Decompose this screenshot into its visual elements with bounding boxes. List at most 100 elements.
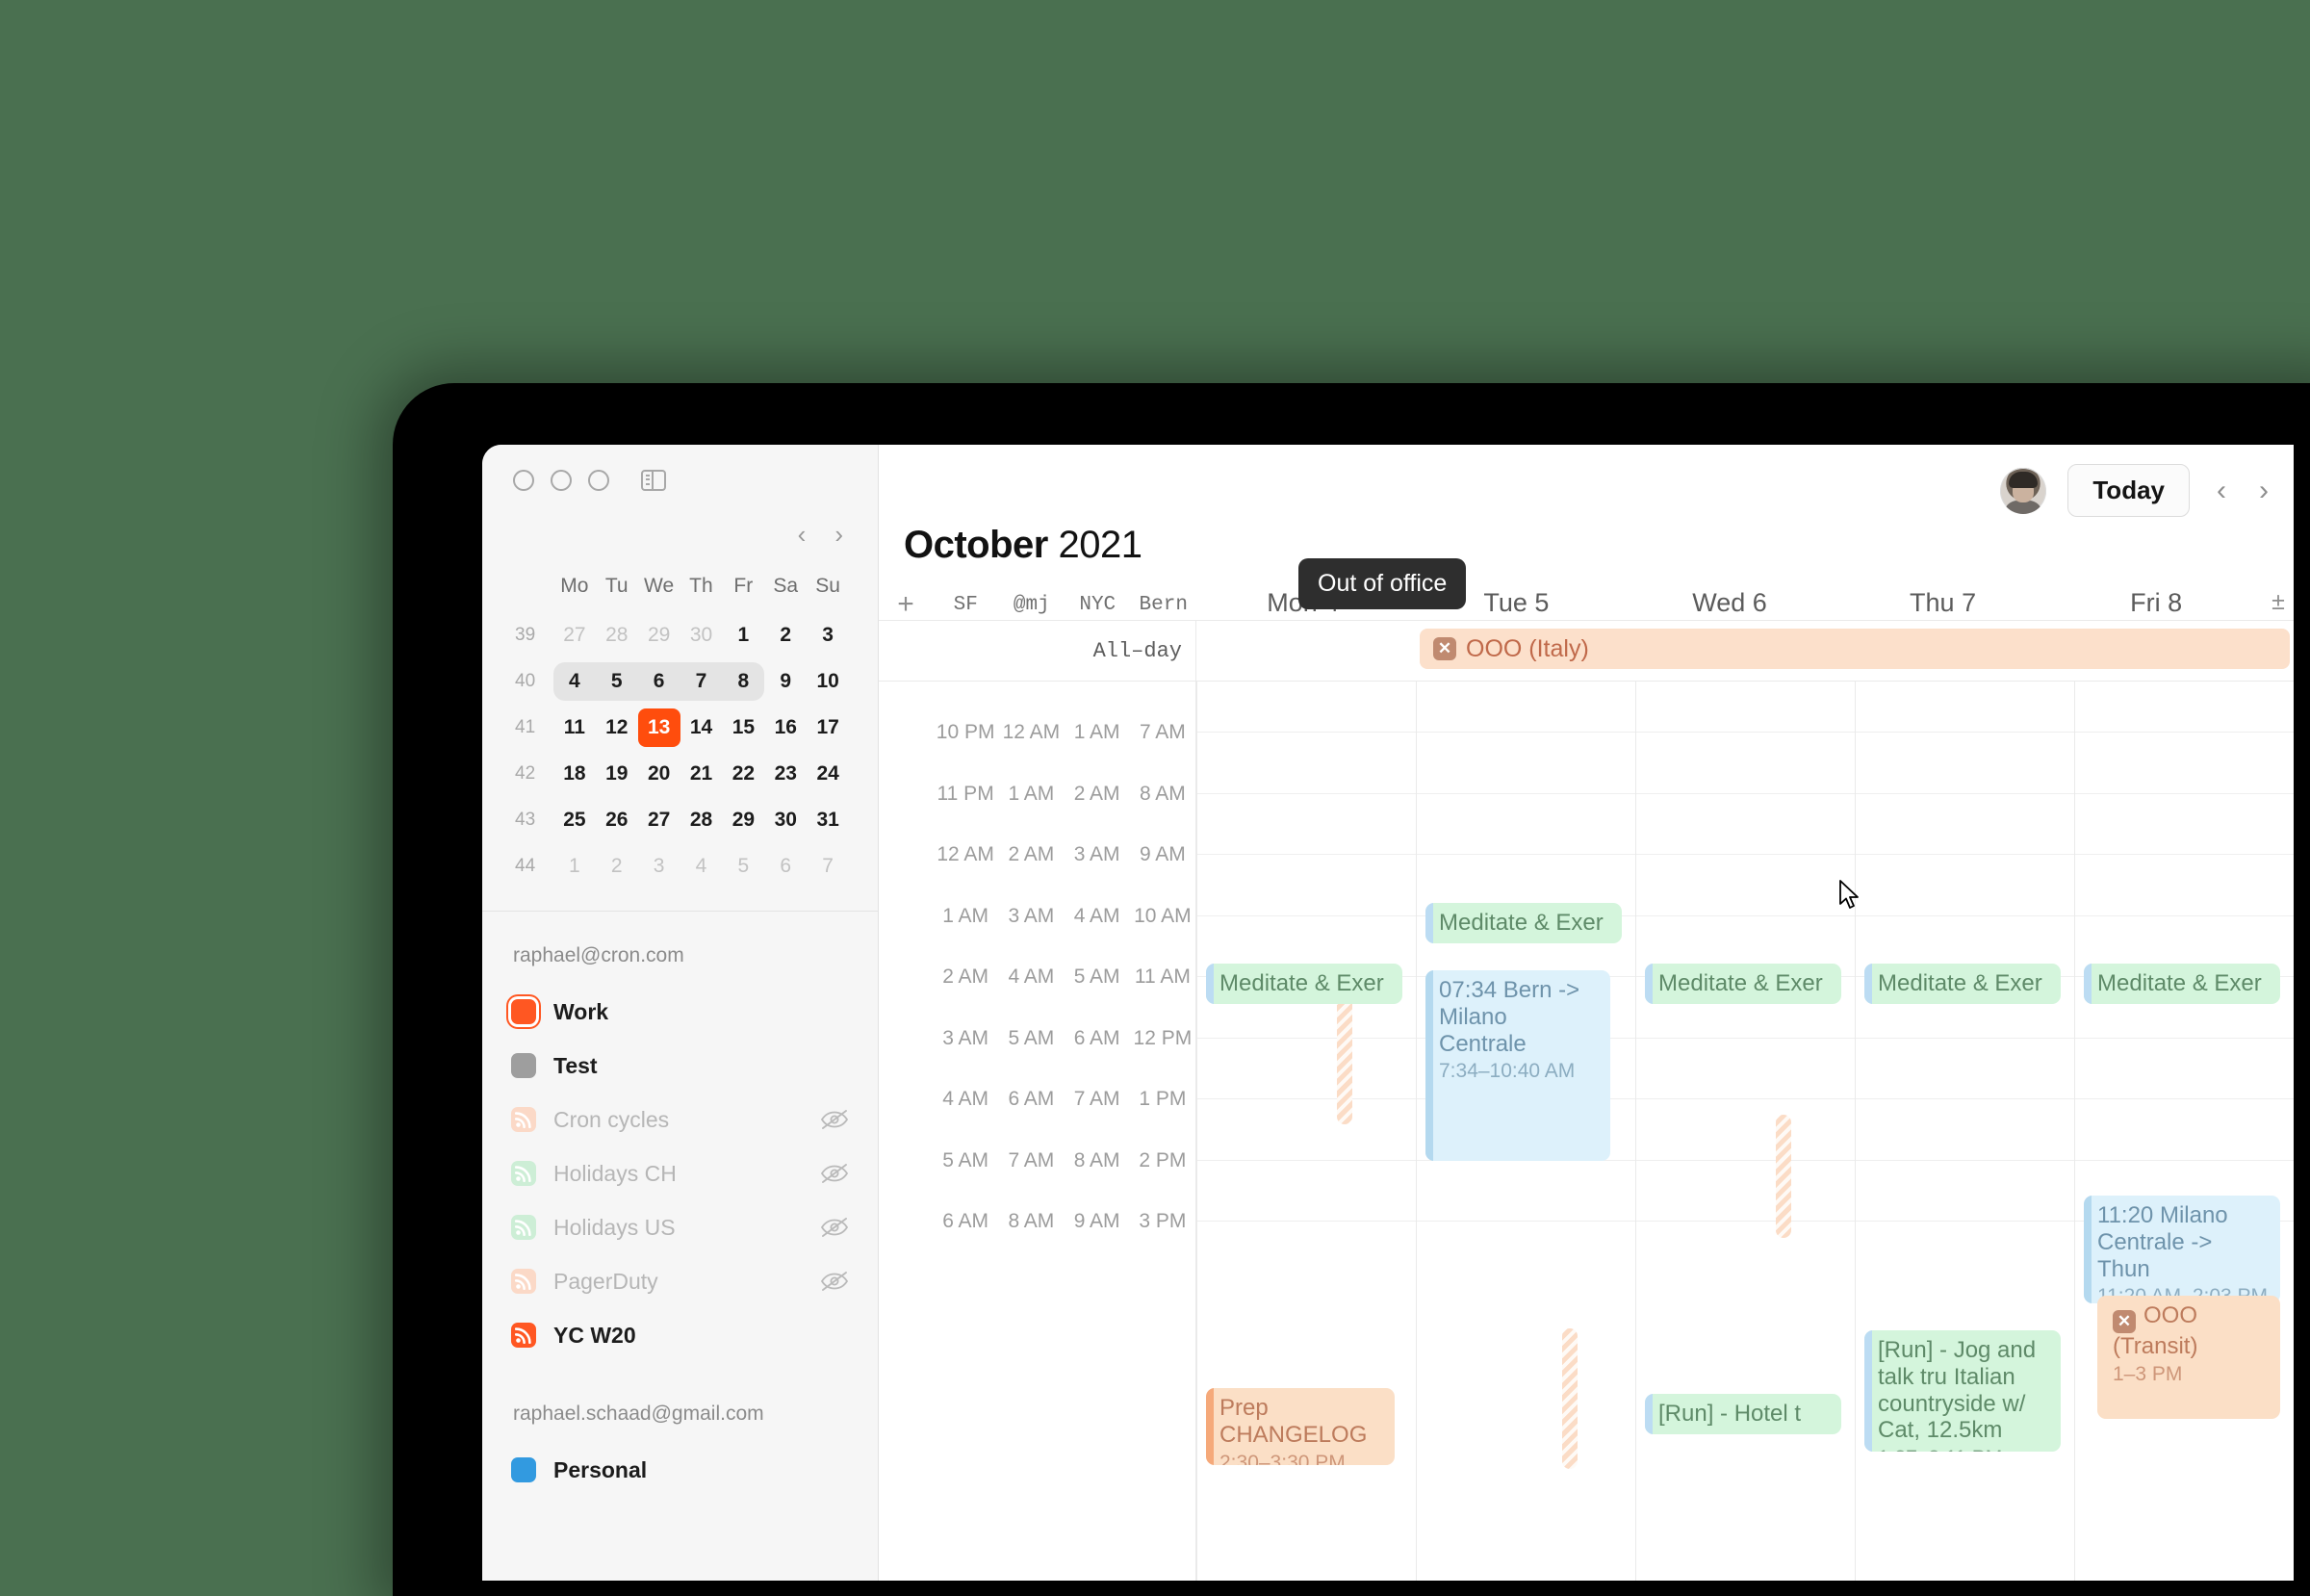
calendar-item[interactable]: Personal [511,1443,849,1497]
mini-day-cell[interactable]: 14 [680,705,723,751]
close-icon[interactable] [513,470,534,491]
mini-day-cell[interactable]: 11 [553,705,596,751]
mini-day-cell[interactable]: 12 [596,705,638,751]
mini-day-cell[interactable]: 10 [807,658,849,705]
timezone-label-sf[interactable]: SF [933,594,999,616]
calendar-item[interactable]: YC W20 [511,1308,849,1362]
mini-day-cell[interactable]: 2 [764,612,807,658]
mini-day-cell[interactable]: 21 [680,751,723,797]
mini-day-cell[interactable]: 7 [680,658,723,705]
calendar-event[interactable]: ✕ OOO (Transit) 1–3 PM [2097,1296,2280,1419]
day-header[interactable]: Fri 8 [2049,588,2263,620]
hour-gridline [1196,914,2294,916]
calendar-item[interactable]: PagerDuty [511,1254,849,1308]
mini-next-month-icon[interactable]: › [834,522,843,547]
mini-day-cell[interactable]: 30 [680,612,723,658]
event-accent-bar [1206,1388,1214,1465]
zoom-icon[interactable] [588,470,609,491]
mini-day-cell[interactable]: 9 [764,658,807,705]
hidden-eye-icon[interactable] [820,1163,849,1184]
mini-day-cell[interactable]: 27 [638,797,680,843]
mini-day-cell[interactable]: 3 [807,612,849,658]
mini-day-cell[interactable]: 27 [553,612,596,658]
mini-day-cell[interactable]: 15 [722,705,764,751]
mini-day-cell[interactable]: 17 [807,705,849,751]
calendar-event[interactable]: Meditate & Exer [1206,964,1402,1004]
mini-day-cell[interactable]: 20 [638,751,680,797]
mini-day-cell[interactable]: 6 [764,843,807,889]
day-header[interactable]: Thu 7 [1836,588,2050,620]
calendar-event[interactable]: [Run] - Jog and talk tru Italian country… [1864,1330,2061,1452]
calendar-item[interactable]: Holidays CH [511,1146,849,1200]
calendar-event[interactable]: 07:34 Bern -> Milano Centrale 7:34–10:40 … [1425,970,1610,1161]
mini-day-cell[interactable]: 5 [595,658,638,705]
calendar-item[interactable]: Cron cycles [511,1093,849,1146]
mini-day-cell[interactable]: 7 [807,843,849,889]
mini-weekday-we: We [644,575,675,597]
timezone-header-block: + SF @mj NYC Bern [879,590,1197,620]
mini-day-cell[interactable]: 16 [764,705,807,751]
previous-week-icon[interactable]: ‹ [2211,475,2232,507]
mini-day-cell[interactable]: 5 [722,843,764,889]
mini-week-row: 44 1 2 3 4 5 6 7 [511,843,849,889]
sidebar-toggle-icon[interactable] [641,470,666,491]
calendar-event[interactable]: Meditate & Exer [2084,964,2280,1004]
mini-day-cell[interactable]: 23 [764,751,807,797]
mini-day-cell[interactable]: 13 [637,705,680,751]
mini-day-cell[interactable]: 2 [596,843,638,889]
hidden-eye-icon[interactable] [820,1217,849,1238]
hidden-eye-icon[interactable] [820,1109,849,1130]
zoom-level-icon[interactable]: ± [2263,588,2294,620]
timezone-label-mj[interactable]: @mj [999,594,1065,616]
mini-day-cell[interactable]: 29 [722,797,764,843]
mini-day-cell[interactable]: 6 [637,658,680,705]
mini-day-cell[interactable]: 22 [722,751,764,797]
mini-day-cell[interactable]: 25 [553,797,596,843]
event-title: Meditate & Exer [1219,970,1384,996]
mini-calendar-body: 39 27 28 29 30 1 2 3 40 4 5 6 7 8 9 10 41 11 12 13 14 15 16 17 4… [511,612,849,889]
calendar-event[interactable]: Meditate & Exer [1645,964,1841,1004]
today-button[interactable]: Today [2067,464,2190,517]
calendar-item[interactable]: Holidays US [511,1200,849,1254]
mini-day-cell[interactable]: 29 [638,612,680,658]
timezone-label-nyc[interactable]: NYC [1065,594,1131,616]
calendar-event[interactable]: Prep CHANGELOG 2:30–3:30 PM [1206,1388,1395,1465]
out-of-office-icon: ✕ [2113,1309,2136,1333]
calendar-event[interactable]: [Run] - Hotel t [1645,1394,1841,1434]
page-title: October 2021 [904,524,1142,567]
mini-prev-month-icon[interactable]: ‹ [798,522,807,547]
add-timezone-icon[interactable]: + [879,590,933,619]
hidden-eye-icon[interactable] [820,1271,849,1292]
calendar-event[interactable]: Meditate & Exer [1425,903,1622,943]
calendar-event[interactable]: 11:20 Milano Centrale -> Thun 11:20 AM–2:… [2084,1196,2280,1303]
mini-day-cell[interactable]: 8 [722,658,765,705]
avatar[interactable] [2000,467,2047,514]
mini-day-cell[interactable]: 4 [680,843,723,889]
mini-weekday-sa: Sa [773,575,799,597]
day-columns: Meditate & Exer Meditate & Exer 07:34 Bern… [1196,682,2294,1581]
mini-day-cell[interactable]: 31 [807,797,849,843]
timezone-label-bern[interactable]: Bern [1131,594,1197,616]
mini-day-cell[interactable]: 3 [638,843,680,889]
minimize-icon[interactable] [551,470,572,491]
calendar-item[interactable]: Work [511,985,849,1039]
calendar-item[interactable]: Test [511,1039,849,1093]
day-header[interactable]: Wed 6 [1623,588,1836,620]
mini-day-cell[interactable]: 28 [596,612,638,658]
calendar-event[interactable]: Meditate & Exer [1864,964,2061,1004]
mini-day-cell[interactable]: 1 [553,843,596,889]
mini-day-cell[interactable]: 4 [552,658,596,705]
next-week-icon[interactable]: › [2253,475,2274,507]
all-day-event[interactable]: ✕ OOO (Italy) [1420,629,2290,669]
event-accent-bar [1864,964,1872,1004]
mini-day-cell[interactable]: 24 [807,751,849,797]
mini-day-cell[interactable]: 26 [596,797,638,843]
event-accent-bar [1864,1330,1872,1452]
mini-day-cell[interactable]: 1 [722,612,764,658]
mini-day-cell[interactable]: 19 [596,751,638,797]
mini-day-cell[interactable]: 30 [764,797,807,843]
mini-day-cell[interactable]: 28 [680,797,723,843]
day-gridline [1635,682,1636,1581]
mini-day-cell[interactable]: 18 [553,751,596,797]
event-title: [Run] - Hotel t [1658,1401,1802,1427]
